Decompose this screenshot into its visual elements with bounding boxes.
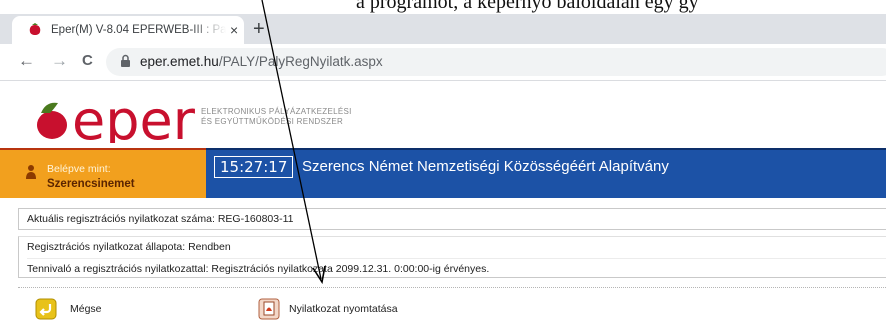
registration-todo-text: Tennivaló a regisztrációs nyilatkozattal… [27,258,886,280]
cancel-button-label: Mégse [70,303,102,315]
url-host: eper.emet.hu [140,54,219,69]
header-band: Belépve mint: Szerencsinemet 15:27:17 Sz… [0,148,886,198]
reload-icon[interactable]: C [82,50,93,72]
caption-text: a programot, a képernyő baloldalán egy g… [356,0,699,13]
logo-tagline-line-1: ELEKTRONIKUS PÁLYÁZATKEZELÉSI [201,107,352,116]
new-tab-icon[interactable]: + [253,16,265,42]
organization-name: Szerencs Német Nemzetiségi Közösségéért … [302,158,669,175]
logo-wordmark: eper [72,91,196,143]
login-label: Belépve mint: [47,163,111,175]
browser-tab-title: Eper(M) V-8.04 EPERWEB-III : Paly [51,24,226,36]
back-arrow-icon[interactable]: ← [18,50,35,72]
eper-logo: eper [37,91,196,143]
back-arrow-button-icon [35,298,57,320]
title-bar: 15:27:17 Szerencs Német Nemzetiségi Közö… [206,148,886,198]
divider [18,287,886,288]
tab-close-icon[interactable]: × [230,22,238,38]
caption-text-fragment: a programot, a képernyő baloldalán egy g… [0,0,886,14]
login-info-box: Belépve mint: Szerencsinemet [0,148,206,198]
logo-tagline: ELEKTRONIKUS PÁLYÁZATKEZELÉSI ÉS EGYÜTTMŰ… [201,107,352,127]
pdf-document-icon [258,298,280,320]
browser-tab-strip: Eper(M) V-8.04 EPERWEB-III : Paly × + [0,14,886,44]
browser-tab-active[interactable]: Eper(M) V-8.04 EPERWEB-III : Paly × [12,16,244,44]
registration-number-row: Aktuális regisztrációs nyilatkozat száma… [18,208,886,230]
registration-number-text: Aktuális regisztrációs nyilatkozat száma… [27,213,294,225]
session-clock: 15:27:17 [214,156,294,178]
address-bar[interactable]: eper.emet.hu/PALY/PalyRegNyilatk.aspx [106,48,886,76]
logo-tagline-line-2: ÉS EGYÜTTMŰKÖDÉSI RENDSZER [201,117,344,126]
browser-toolbar: ← → C eper.emet.hu/PALY/PalyRegNyilatk.a… [0,44,886,81]
registration-status-text: Regisztrációs nyilatkozat állapota: Rend… [27,241,231,253]
page-header: eper ELEKTRONIKUS PÁLYÁZATKEZELÉSI ÉS EGY… [0,81,886,148]
print-declaration-label: Nyilatkozat nyomtatása [289,303,398,315]
url-text: eper.emet.hu/PALY/PalyRegNyilatk.aspx [140,54,383,69]
registration-status-panel: Regisztrációs nyilatkozat állapota: Rend… [18,236,886,278]
login-username: Szerencsinemet [47,178,135,190]
forward-arrow-icon[interactable]: → [51,50,68,72]
url-path: /PALY/PalyRegNyilatk.aspx [218,54,383,69]
user-icon [26,165,36,179]
print-declaration-button[interactable]: Nyilatkozat nyomtatása [258,298,398,320]
strawberry-favicon-icon [29,23,41,35]
cancel-button[interactable]: Mégse [35,298,102,320]
lock-icon [121,54,130,67]
